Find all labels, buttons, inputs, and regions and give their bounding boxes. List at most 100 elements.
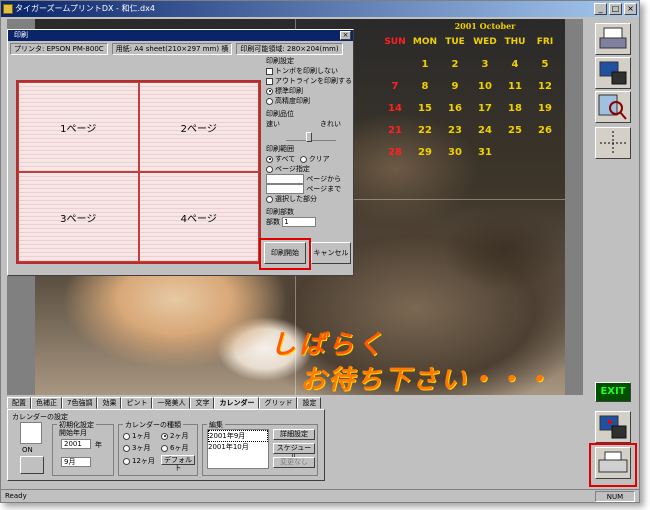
quality-slider-knob[interactable] (306, 132, 312, 142)
range-all-radio[interactable] (266, 155, 273, 163)
range-clear-radio[interactable] (299, 155, 307, 163)
calendar-weekday: TUE (445, 37, 465, 47)
calendar-day: 8 (421, 80, 429, 92)
range-header: 印刷範囲 (266, 145, 294, 153)
outline-checkbox[interactable] (266, 77, 273, 85)
type-1-radio[interactable] (123, 432, 130, 440)
calendar-toggle-button[interactable] (20, 456, 44, 474)
grid-icon (600, 131, 626, 155)
status-bar: Ready NUM (1, 489, 639, 503)
page-from-label: ページから (306, 175, 342, 183)
month-select[interactable]: 9月 (61, 457, 91, 467)
close-button[interactable]: × (624, 3, 637, 15)
type-3-label: 3ヶ月 (132, 444, 151, 452)
calendar-day: 30 (448, 146, 462, 158)
copies-spinner[interactable]: 1 (282, 217, 317, 227)
paper-size: 用紙: A4 sheet(210×297 mm) 横 (111, 43, 233, 55)
calendar-week-row: 21 22 23 24 25 26 27 (380, 119, 565, 141)
type-12-radio[interactable] (123, 457, 130, 465)
range-clear-label: クリア (308, 155, 330, 163)
calendar-type-group: カレンダーの種類 1ヶ月 2ヶ月 3ヶ月 6ヶ月 12ヶ月 デフォルト (118, 420, 198, 476)
selected-part-radio[interactable] (266, 195, 273, 203)
export-button[interactable] (595, 411, 631, 443)
print-dialog: 印刷 × プリンタ: EPSON PM-800C 用紙: A4 sheet(21… (7, 29, 354, 276)
save-button[interactable] (595, 57, 631, 89)
standard-print-radio[interactable] (266, 87, 273, 95)
calendar-day: 27 (560, 125, 565, 136)
tab-1[interactable]: 色補正 (31, 397, 62, 409)
edit-group: 編集 2001年9月 2001年10月 詳細設定 スケジュール 変更なし (202, 420, 318, 476)
print-layout-button[interactable] (595, 23, 631, 55)
year-input[interactable]: 2001 (61, 439, 91, 449)
calendar-weekday: SUN (384, 37, 406, 47)
canvas-area: 2001 October SUNMONTUEWEDTHUFRISAT 12345… (7, 19, 583, 395)
tab-7[interactable]: カレンダー (214, 397, 260, 409)
hq-print-label: 高精度印刷 (275, 97, 310, 105)
calendar-day: 19 (538, 102, 552, 114)
calendar-settings-panel: カレンダーの設定 ON 初期化設定 開始年月 2001 年 9月 カレンダーの種… (7, 409, 325, 481)
dialog-close-button[interactable]: × (340, 31, 351, 40)
calendar-week-row: 28 29 30 31 (380, 141, 565, 163)
minimize-button[interactable]: _ (594, 3, 607, 15)
calendar-day: 10 (478, 80, 492, 92)
range-all-label: すべて (275, 155, 296, 163)
calendar-day: 14 (388, 102, 402, 114)
print-info-bar: プリンタ: EPSON PM-800C 用紙: A4 sheet(210×297… (10, 43, 351, 55)
type-12-label: 12ヶ月 (132, 457, 155, 465)
title-bar: タイガーズームプリントDX - 和仁.dx4 _ □ × (1, 1, 639, 17)
printable-area: 印刷可能領域: 280×204(mm) (236, 43, 343, 55)
month-list-item[interactable]: 2001年9月 (208, 430, 268, 442)
tab-6[interactable]: 文字 (190, 397, 215, 409)
hq-print-radio[interactable] (266, 97, 273, 105)
calendar-title: 2001 October (454, 21, 516, 31)
type-3-radio[interactable] (123, 444, 130, 452)
tab-8[interactable]: グリッド (259, 397, 298, 409)
calendar-day: 9 (451, 80, 459, 92)
calendar-day: 29 (418, 146, 432, 158)
exit-button[interactable]: EXIT (595, 382, 631, 402)
calendar-day: 22 (418, 124, 432, 136)
tab-3[interactable]: 効果 (97, 397, 122, 409)
maximize-button[interactable]: □ (609, 3, 622, 15)
preview-page-4: 4ページ (138, 172, 259, 262)
zoom-button[interactable] (595, 91, 631, 123)
detail-settings-button[interactable]: 詳細設定 (273, 429, 315, 440)
page-to-label: ページまで (306, 185, 342, 193)
tab-9[interactable]: 設定 (297, 397, 322, 409)
calendar-weekdays: SUN MON TUE WED THU FRI SAT (380, 31, 565, 53)
page-select-radio[interactable] (266, 165, 273, 173)
type-2-radio[interactable] (161, 432, 168, 440)
wait-message-line1: しばらく (270, 330, 387, 360)
init-group: 初期化設定 開始年月 2001 年 9月 (52, 420, 114, 476)
cancel-button[interactable]: キャンセル (311, 242, 351, 264)
schedule-button[interactable]: スケジュール (273, 443, 315, 461)
calendar-day: 16 (448, 102, 462, 114)
tab-2[interactable]: 7色強調 (62, 397, 98, 409)
calendar-day: 6 (560, 59, 565, 70)
type-6-radio[interactable] (161, 444, 168, 452)
calendar-overlay: 2001 October SUNMONTUEWEDTHUFRISAT 12345… (380, 21, 565, 163)
page-to-spinner[interactable] (266, 184, 304, 194)
quality-slider[interactable] (286, 131, 336, 142)
grid-button[interactable] (595, 127, 631, 159)
month-list[interactable]: 2001年9月 2001年10月 (207, 429, 269, 469)
tab-0[interactable]: 配置 (7, 397, 31, 409)
year-unit: 年 (95, 441, 102, 449)
calendar-week-row: 1 2 3 4 56 (380, 53, 565, 75)
num-lock-indicator: NUM (595, 491, 635, 502)
calendar-weekday: FRI (536, 37, 554, 47)
tab-4[interactable]: ピント (121, 397, 153, 409)
calendar-weekday: WED (473, 37, 497, 47)
calendar-day: 31 (478, 146, 492, 158)
default-button[interactable]: デフォルト (161, 455, 195, 472)
app-window: タイガーズームプリントDX - 和仁.dx4 _ □ × 2001 Octobe… (0, 0, 640, 503)
calendar-day: 13 (560, 81, 565, 92)
quality-fine-label: きれい (320, 120, 341, 128)
no-trim-checkbox[interactable] (266, 67, 273, 75)
month-list-item[interactable]: 2001年10月 (208, 442, 268, 452)
tab-5[interactable]: 一発美人 (152, 397, 191, 409)
calendar-day: 18 (508, 102, 522, 114)
page-from-spinner[interactable] (266, 174, 304, 184)
preview-page-1: 1ページ (18, 82, 139, 172)
printer-page-icon (599, 27, 627, 49)
